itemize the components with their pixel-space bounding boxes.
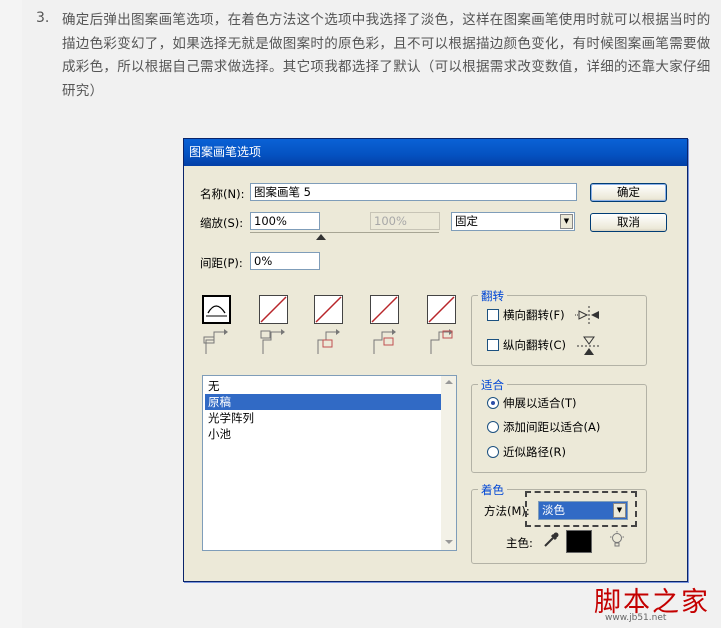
flip-vertical-icon xyxy=(577,336,601,355)
flip-across-checkbox[interactable] xyxy=(487,339,499,351)
lightbulb-tips-icon[interactable] xyxy=(609,531,625,549)
scale-label: 缩放(S): xyxy=(200,216,244,230)
fit-add-space-radio[interactable] xyxy=(487,421,499,433)
side-tile-icon xyxy=(203,329,228,354)
pattern-brush-options-dialog: 图案画笔选项 名称(N): 图案画笔 5 确定 取消 缩放(S): 100% 1… xyxy=(183,138,688,582)
side-tile-curve-icon xyxy=(206,305,227,317)
name-input[interactable]: 图案画笔 5 xyxy=(250,183,577,201)
scroll-down-icon[interactable] xyxy=(445,540,453,544)
scroll-up-icon[interactable] xyxy=(445,380,453,384)
spacing-label: 间距(P): xyxy=(200,256,243,270)
flip-horizontal-icon xyxy=(575,306,599,324)
chevron-down-icon[interactable]: ▼ xyxy=(560,214,573,229)
chevron-down-icon[interactable]: ▼ xyxy=(613,503,626,518)
inner-corner-tile-icon xyxy=(317,329,340,354)
scale-mode-select[interactable]: 固定 ▼ xyxy=(451,212,575,231)
spacing-input[interactable]: 0% xyxy=(250,252,320,270)
list-item[interactable]: 原稿 xyxy=(205,394,441,410)
method-label: 方法(M): xyxy=(484,504,530,518)
key-color-label: 主色: xyxy=(506,536,533,550)
fit-add-space-label[interactable]: 添加间距以适合(A) xyxy=(503,419,600,435)
name-label: 名称(N): xyxy=(200,187,245,201)
inner-corner-tile-button[interactable] xyxy=(314,295,343,324)
fit-approximate-radio[interactable] xyxy=(487,446,499,458)
end-tile-icon xyxy=(430,329,453,354)
pattern-listbox[interactable]: 无 原稿 光学阵列 小池 xyxy=(202,375,457,551)
flip-group xyxy=(471,295,647,366)
fit-stretch-label[interactable]: 伸展以适合(T) xyxy=(503,395,577,411)
list-item[interactable]: 无 xyxy=(205,378,441,394)
list-item[interactable]: 小池 xyxy=(205,426,441,442)
colorization-group-title: 着色 xyxy=(478,482,507,498)
tile-none-slash-icon xyxy=(428,296,455,323)
list-item[interactable]: 光学阵列 xyxy=(205,410,441,426)
flip-along-label[interactable]: 横向翻转(F) xyxy=(503,307,565,323)
scale-slider-track[interactable] xyxy=(250,232,439,233)
outer-corner-tile-button[interactable] xyxy=(259,295,288,324)
flip-group-title: 翻转 xyxy=(478,288,507,304)
fit-group-title: 适合 xyxy=(478,377,507,393)
flip-across-label[interactable]: 纵向翻转(C) xyxy=(503,337,566,353)
start-tile-button[interactable] xyxy=(370,295,399,324)
flip-along-checkbox[interactable] xyxy=(487,309,499,321)
outer-corner-tile-icon xyxy=(260,329,285,354)
fit-stretch-radio[interactable] xyxy=(487,397,499,409)
dialog-titlebar[interactable]: 图案画笔选项 xyxy=(184,139,687,166)
tile-none-slash-icon xyxy=(260,296,287,323)
tile-none-slash-icon xyxy=(315,296,342,323)
step-number: 3. xyxy=(36,10,50,26)
ok-button[interactable]: 确定 xyxy=(590,183,667,202)
step-description: 确定后弹出图案画笔选项，在着色方法这个选项中我选择了淡色，这样在图案画笔使用时就… xyxy=(62,12,711,99)
side-tile-button[interactable] xyxy=(202,295,231,324)
list-scrollbar[interactable] xyxy=(441,376,456,550)
method-select[interactable]: 淡色 ▼ xyxy=(538,501,628,520)
scale-input[interactable]: 100% xyxy=(250,212,320,230)
fit-approximate-label[interactable]: 近似路径(R) xyxy=(503,444,566,460)
key-color-swatch[interactable] xyxy=(566,530,592,553)
scale-slider-thumb-icon[interactable] xyxy=(316,234,326,240)
end-tile-button[interactable] xyxy=(427,295,456,324)
eyedropper-icon[interactable] xyxy=(542,531,560,549)
cancel-button[interactable]: 取消 xyxy=(590,213,667,232)
tile-none-slash-icon xyxy=(371,296,398,323)
start-tile-icon xyxy=(373,329,396,354)
scale-variation-input: 100% xyxy=(370,212,440,230)
method-value: 淡色 xyxy=(542,503,565,517)
scale-mode-value: 固定 xyxy=(455,214,478,228)
site-watermark-url: www.jb51.net xyxy=(605,613,667,623)
